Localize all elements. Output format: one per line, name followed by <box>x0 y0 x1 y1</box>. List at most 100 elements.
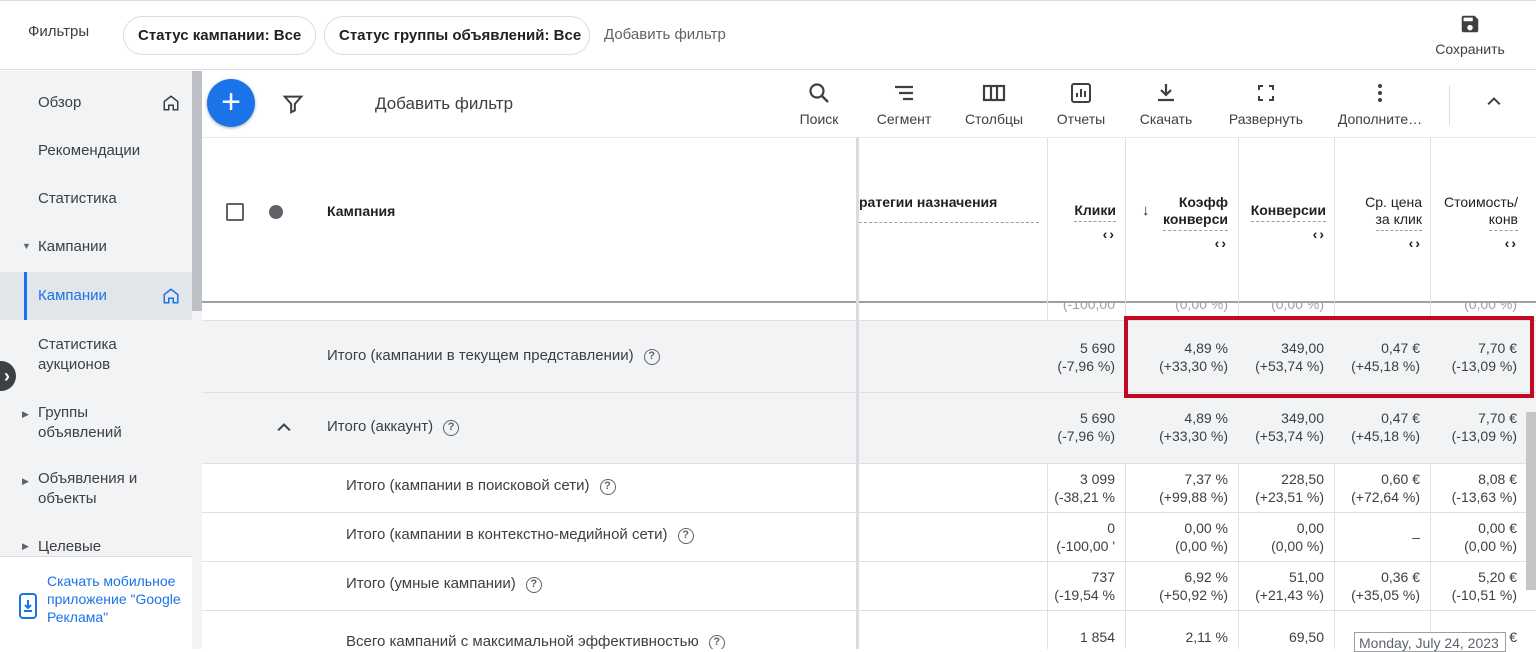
columns-button-label: Столбцы <box>964 111 1024 127</box>
search-button[interactable]: Поиск <box>796 81 842 127</box>
filter-icon[interactable] <box>282 93 304 115</box>
clicks-delta: (-100,00 <box>1062 303 1115 312</box>
reports-button[interactable]: Отчеты <box>1053 81 1109 127</box>
reports-button-label: Отчеты <box>1056 111 1106 127</box>
more-button[interactable]: Дополните… <box>1335 81 1425 127</box>
help-icon[interactable]: ? <box>677 528 694 544</box>
sort-arrow-icon[interactable]: ↓ <box>1142 202 1150 219</box>
more-vert-icon <box>1378 84 1382 102</box>
mobile-phone-icon <box>19 593 37 619</box>
avg-cpc-cell: 0,47 € (+45,18 %) <box>1351 410 1420 444</box>
conversions-column-header[interactable]: Конверсии ‹› <box>1244 202 1326 242</box>
conversions-cell: 51,00 (+21,43 %) <box>1255 569 1324 603</box>
status-dot-icon <box>269 205 283 219</box>
help-icon[interactable]: ? <box>599 479 616 495</box>
conv-rate-cell: 0,00 % (0,00 %) <box>1175 520 1228 554</box>
clicks-cell: 3 099 (-38,21 % <box>1054 471 1115 505</box>
sidebar-item-label: Статистика аукционов <box>38 336 117 373</box>
sidebar-item-label: Статистика <box>38 190 117 207</box>
cost-conv-cell: 7,70 € (-13,09 %) <box>1451 410 1517 444</box>
sidebar-group-targeting[interactable]: ▶ Целевые <box>0 531 192 559</box>
sidebar-item-recommendations[interactable]: Рекомендации <box>0 129 192 173</box>
conversions-cell: 69,50 <box>1288 629 1324 645</box>
bid-strategy-column-header[interactable]: ратегии назначения <box>859 194 1039 223</box>
expand-button[interactable]: Развернуть <box>1224 81 1308 127</box>
cost-conv-cell: 0,00 € (0,00 %) <box>1464 520 1517 554</box>
clicks-header-label: Клики <box>1074 202 1116 222</box>
avg-cpc-column-header[interactable]: Ср. цена за клик ‹› <box>1342 194 1422 251</box>
conversions-cell: 349,00 (+53,74 %) <box>1255 410 1324 444</box>
avg-cpc-cell: 0,36 € (+35,05 %) <box>1351 569 1420 603</box>
add-filter-link[interactable]: Добавить фильтр <box>604 26 726 43</box>
table-row-smart-campaigns: Итого (умные кампании)? 737 (-19,54 % 6,9… <box>202 562 1536 611</box>
add-filter-input[interactable]: Добавить фильтр <box>375 94 513 114</box>
mobile-app-banner[interactable]: Скачать мобильное приложение "Google Рек… <box>0 556 192 649</box>
campaign-column-header[interactable]: Кампания <box>327 203 395 219</box>
highlight-box <box>1124 316 1534 398</box>
sidebar-item-label: Кампании <box>38 287 107 304</box>
row-label: Итого (кампании в контекстно-медийной се… <box>346 526 694 544</box>
resize-handle-icon[interactable]: ‹› <box>1342 235 1422 251</box>
expand-down-icon: ▼ <box>22 241 31 251</box>
table-row-search-network: Итого (кампании в поисковой сети)? 3 099… <box>202 464 1536 513</box>
table-toolbar: + Добавить фильтр Поиск Сегмент Столбцы … <box>202 71 1536 137</box>
sidebar-item-campaigns[interactable]: Кампании <box>0 272 192 320</box>
conv-rate-cell: 7,37 % (+99,88 %) <box>1159 471 1228 505</box>
table-header: Кампания ратегии назначения Клики ‹› ↓ К… <box>202 137 1536 303</box>
cost-conv-header-label-1: Стоимость/ <box>1444 194 1518 210</box>
row-label: Итого (кампании в поисковой сети)? <box>346 477 616 495</box>
chevron-up-icon[interactable] <box>1484 91 1504 111</box>
save-icon <box>1461 15 1479 33</box>
resize-handle-icon[interactable]: ‹› <box>1244 226 1326 242</box>
sidebar-item-auction-insights[interactable]: Статистика аукционов <box>0 327 192 387</box>
sidebar-item-statistics[interactable]: Статистика <box>0 177 192 221</box>
conversions-cell: 0,00 (0,00 %) <box>1271 520 1324 554</box>
cost-conv-header-label-2: конв <box>1488 211 1518 231</box>
resize-handle-icon[interactable]: ‹› <box>1050 226 1116 242</box>
conv-rate-delta: (0,00 %) <box>1175 303 1228 312</box>
avg-cpc-cell: 0,60 € (+72,64 %) <box>1351 471 1420 505</box>
conv-rate-cell: 2,11 % <box>1185 629 1228 645</box>
save-button[interactable]: Сохранить <box>1425 9 1515 65</box>
table-scrollbar[interactable] <box>1526 412 1536 590</box>
toolbar-divider <box>1449 85 1450 125</box>
conversions-header-label: Конверсии <box>1250 202 1326 222</box>
sidebar-scrollbar[interactable] <box>192 71 202 311</box>
columns-button[interactable]: Столбцы <box>962 81 1026 127</box>
sidebar-group-adgroups[interactable]: ▶ Группы объявлений <box>0 395 192 455</box>
conversions-delta: (0,00 %) <box>1271 303 1324 312</box>
expand-right-icon: ▶ <box>22 409 29 419</box>
sidebar-item-label: Группы объявлений <box>38 404 122 441</box>
collapse-chevron-icon[interactable] <box>274 417 294 437</box>
cost-per-conv-column-header[interactable]: Стоимость/ конв ‹› <box>1438 194 1518 251</box>
columns-icon <box>982 84 1006 102</box>
select-all-checkbox[interactable] <box>226 203 244 221</box>
resize-handle-icon[interactable]: ‹› <box>1438 235 1518 251</box>
avg-cpc-header-label-1: Ср. цена <box>1365 194 1422 210</box>
help-icon[interactable]: ? <box>443 420 460 436</box>
table-row-display-network: Итого (кампании в контекстно-медийной се… <box>202 513 1536 562</box>
download-button[interactable]: Скачать <box>1136 81 1196 127</box>
clicks-cell: 1 854 <box>1079 629 1115 645</box>
adgroup-status-chip[interactable]: Статус группы объявлений: Все <box>324 16 590 55</box>
help-icon[interactable]: ? <box>525 577 542 593</box>
save-label: Сохранить <box>1435 41 1505 57</box>
sidebar-group-ads[interactable]: ▶ Объявления и объекты <box>0 462 192 522</box>
campaign-status-chip[interactable]: Статус кампании: Все <box>123 16 316 55</box>
sidebar-group-campaigns[interactable]: ▼ Кампании <box>0 225 192 269</box>
sidebar-item-overview[interactable]: Обзор <box>0 81 192 125</box>
mobile-app-link[interactable]: Скачать мобильное приложение "Google Рек… <box>47 572 187 626</box>
conv-rate-column-header[interactable]: ↓ Коэфф конверси ‹› <box>1132 194 1228 251</box>
resize-handle-icon[interactable]: ‹› <box>1132 235 1228 251</box>
clicks-column-header[interactable]: Клики ‹› <box>1050 202 1116 242</box>
sidebar-item-label: Объявления и объекты <box>38 470 138 507</box>
more-button-label: Дополните… <box>1337 111 1423 127</box>
clicks-cell: 737 (-19,54 % <box>1054 569 1115 603</box>
filters-label: Фильтры <box>28 23 90 40</box>
help-icon[interactable]: ? <box>708 635 725 649</box>
add-button[interactable]: + <box>207 79 255 127</box>
segment-button[interactable]: Сегмент <box>871 81 937 127</box>
sidebar-item-label: Обзор <box>38 94 82 111</box>
help-icon[interactable]: ? <box>643 349 660 365</box>
row-label: Итого (аккаунт)? <box>327 418 460 436</box>
